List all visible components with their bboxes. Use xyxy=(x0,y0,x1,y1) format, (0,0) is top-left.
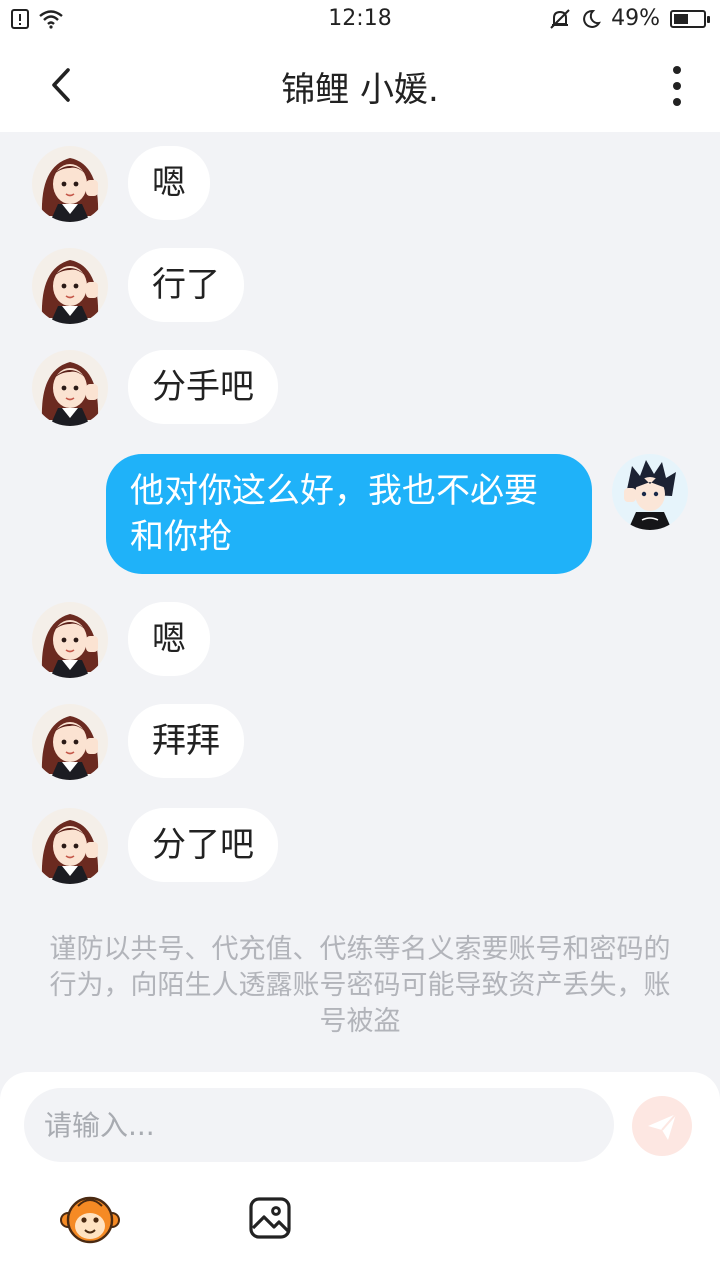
status-bar: 12:18 49% xyxy=(0,0,720,38)
more-vertical-icon xyxy=(673,66,681,106)
message-bubble-received[interactable]: 分手吧 xyxy=(128,350,278,424)
avatar-other[interactable] xyxy=(32,704,108,780)
message-bubble-received[interactable]: 拜拜 xyxy=(128,704,244,778)
image-picker-button[interactable] xyxy=(248,1196,292,1240)
mute-bell-icon xyxy=(550,8,570,29)
avatar-other[interactable] xyxy=(32,146,108,222)
battery-icon xyxy=(670,9,710,28)
message-bubble-received[interactable]: 分了吧 xyxy=(128,808,278,882)
battery-percent: 49% xyxy=(611,6,660,31)
message-input[interactable] xyxy=(24,1088,614,1162)
avatar-other[interactable] xyxy=(32,248,108,324)
chat-header: 锦鲤 小媛. xyxy=(0,38,720,132)
avatar-self[interactable] xyxy=(612,454,688,530)
moon-icon xyxy=(583,9,602,28)
avatar-other[interactable] xyxy=(32,808,108,884)
message-bubble-received[interactable]: 嗯 xyxy=(128,146,210,220)
emoji-button[interactable] xyxy=(60,1192,120,1248)
message-list[interactable]: 嗯 行了 分手吧 他对你这么好，我也不必要和你抢 嗯 拜拜 分了吧 xyxy=(0,132,720,1072)
paper-plane-icon xyxy=(648,1113,677,1140)
send-button[interactable] xyxy=(632,1096,692,1156)
more-options-button[interactable] xyxy=(662,64,692,108)
message-bubble-sent[interactable]: 他对你这么好，我也不必要和你抢 xyxy=(106,454,592,574)
status-right-icons: 49% xyxy=(549,6,710,31)
avatar-other[interactable] xyxy=(32,350,108,426)
message-bubble-received[interactable]: 嗯 xyxy=(128,602,210,676)
battery-fill xyxy=(674,13,688,24)
monkey-face-icon xyxy=(60,1196,120,1244)
message-composer xyxy=(0,1072,720,1280)
avatar-other[interactable] xyxy=(32,602,108,678)
image-icon xyxy=(249,1197,291,1239)
chat-title: 锦鲤 小媛. xyxy=(281,70,439,110)
message-bubble-received[interactable]: 行了 xyxy=(128,248,244,322)
security-notice: 谨防以共号、代充值、代练等名义索要账号和密码的行为，向陌生人透露账号密码可能导致… xyxy=(49,934,671,1037)
